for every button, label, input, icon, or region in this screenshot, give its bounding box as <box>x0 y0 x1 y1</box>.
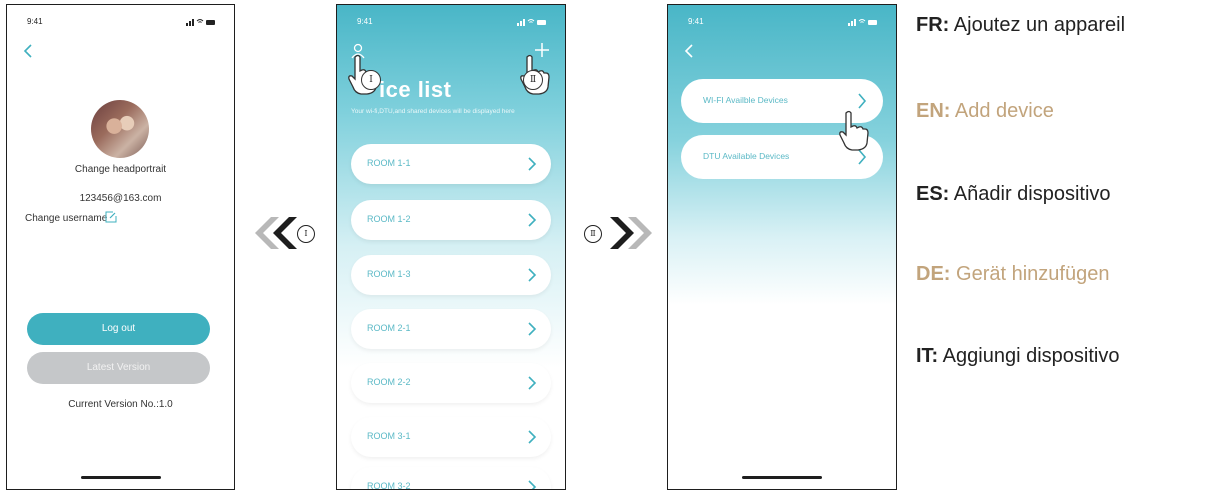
latest-version-button[interactable]: Latest Version <box>27 352 210 384</box>
room-label: ROOM 1-1 <box>367 158 411 168</box>
room-label: ROOM 1-2 <box>367 214 411 224</box>
double-chevron-right-icon <box>610 217 652 249</box>
step-one-back-arrow: Ⅰ <box>251 213 321 253</box>
step-two-marker: Ⅱ <box>523 70 543 90</box>
room-list-item[interactable]: ROOM 1-1 <box>351 144 551 184</box>
chevron-right-icon <box>858 149 867 165</box>
signal-wifi-battery-icon <box>517 19 546 26</box>
chevron-right-icon <box>858 93 867 109</box>
language-text: Añadir dispositivo <box>949 183 1111 205</box>
account-email: 123456@163.com <box>79 193 162 204</box>
chevron-right-icon <box>528 322 537 336</box>
phone-profile-screen: 9:41 Change headportrait 123456@163.com … <box>6 4 235 490</box>
chevron-right-icon <box>528 430 537 444</box>
home-indicator <box>80 476 161 479</box>
language-text: Gerät hinzufügen <box>950 263 1110 285</box>
language-label-fr: FR: Ajoutez un appareil <box>916 14 1125 37</box>
logout-button[interactable]: Log out <box>27 313 210 345</box>
room-list-item[interactable]: ROOM 3-1 <box>351 417 551 457</box>
language-label-de: DE: Gerät hinzufügen <box>916 263 1109 286</box>
status-time: 9:41 <box>27 17 43 26</box>
language-text: Add device <box>950 100 1054 122</box>
chevron-right-icon <box>528 268 537 282</box>
language-code: IT: <box>916 345 939 367</box>
home-indicator <box>742 476 822 479</box>
tap-hand-icon <box>839 110 869 151</box>
back-chevron-icon[interactable] <box>682 43 696 59</box>
wifi-devices-label: WI-FI Availble Devices <box>703 95 788 105</box>
room-list-item[interactable]: ROOM 1-3 <box>351 255 551 295</box>
status-bar: 9:41 <box>27 17 216 29</box>
language-text: Aggiungi dispositivo <box>938 345 1120 367</box>
step-one-marker: Ⅰ <box>361 70 381 90</box>
signal-wifi-battery-icon <box>848 19 877 26</box>
status-bar: 9:41 <box>688 17 878 29</box>
language-label-it: IT: Aggiungi dispositivo <box>916 345 1119 368</box>
double-chevron-left-icon <box>255 217 297 249</box>
language-text: Ajoutez un appareil <box>949 14 1126 36</box>
chevron-right-icon <box>528 480 537 489</box>
avatar[interactable] <box>91 100 149 158</box>
room-label: ROOM 3-2 <box>367 481 411 490</box>
language-code: ES: <box>916 183 950 205</box>
language-code: FR: <box>916 14 950 36</box>
language-label-en: EN: Add device <box>916 100 1054 123</box>
step-one-marker: Ⅰ <box>297 225 315 243</box>
chevron-right-icon <box>528 376 537 390</box>
language-label-es: ES: Añadir dispositivo <box>916 183 1111 206</box>
step-two-forward-arrow: Ⅱ <box>582 213 652 253</box>
page-subtitle: Your wi-fi,DTU,and shared devices will b… <box>351 108 515 115</box>
current-version-text: Current Version No.:1.0 <box>68 399 173 410</box>
room-label: ROOM 3-1 <box>367 431 411 441</box>
page-title: ice list <box>379 77 452 102</box>
edit-icon[interactable] <box>105 211 117 223</box>
change-headportrait-label[interactable]: Change headportrait <box>7 164 234 175</box>
room-label: ROOM 1-3 <box>367 269 411 279</box>
phone-device-list-screen: 9:41 ice list Your wi-fi,DTU,and shared … <box>336 4 566 490</box>
room-label: ROOM 2-1 <box>367 323 411 333</box>
chevron-right-icon <box>528 157 537 171</box>
chevron-right-icon <box>528 213 537 227</box>
step-two-marker: Ⅱ <box>584 225 602 243</box>
back-chevron-icon[interactable] <box>21 43 35 59</box>
status-bar: 9:41 <box>357 17 547 29</box>
room-list-item[interactable]: ROOM 3-2 <box>351 467 551 490</box>
status-time: 9:41 <box>688 17 704 26</box>
phone-add-device-screen: 9:41 WI-FI Availble Devices DTU Availabl… <box>667 4 897 490</box>
status-time: 9:41 <box>357 17 373 26</box>
room-list-item[interactable]: ROOM 2-2 <box>351 363 551 403</box>
signal-wifi-battery-icon <box>186 19 215 26</box>
room-label: ROOM 2-2 <box>367 377 411 387</box>
language-code: DE: <box>916 263 951 285</box>
dtu-devices-label: DTU Available Devices <box>703 151 790 161</box>
room-list-item[interactable]: ROOM 1-2 <box>351 200 551 240</box>
change-username-label[interactable]: Change username <box>25 213 107 224</box>
room-list-item[interactable]: ROOM 2-1 <box>351 309 551 349</box>
language-code: EN: <box>916 100 951 122</box>
